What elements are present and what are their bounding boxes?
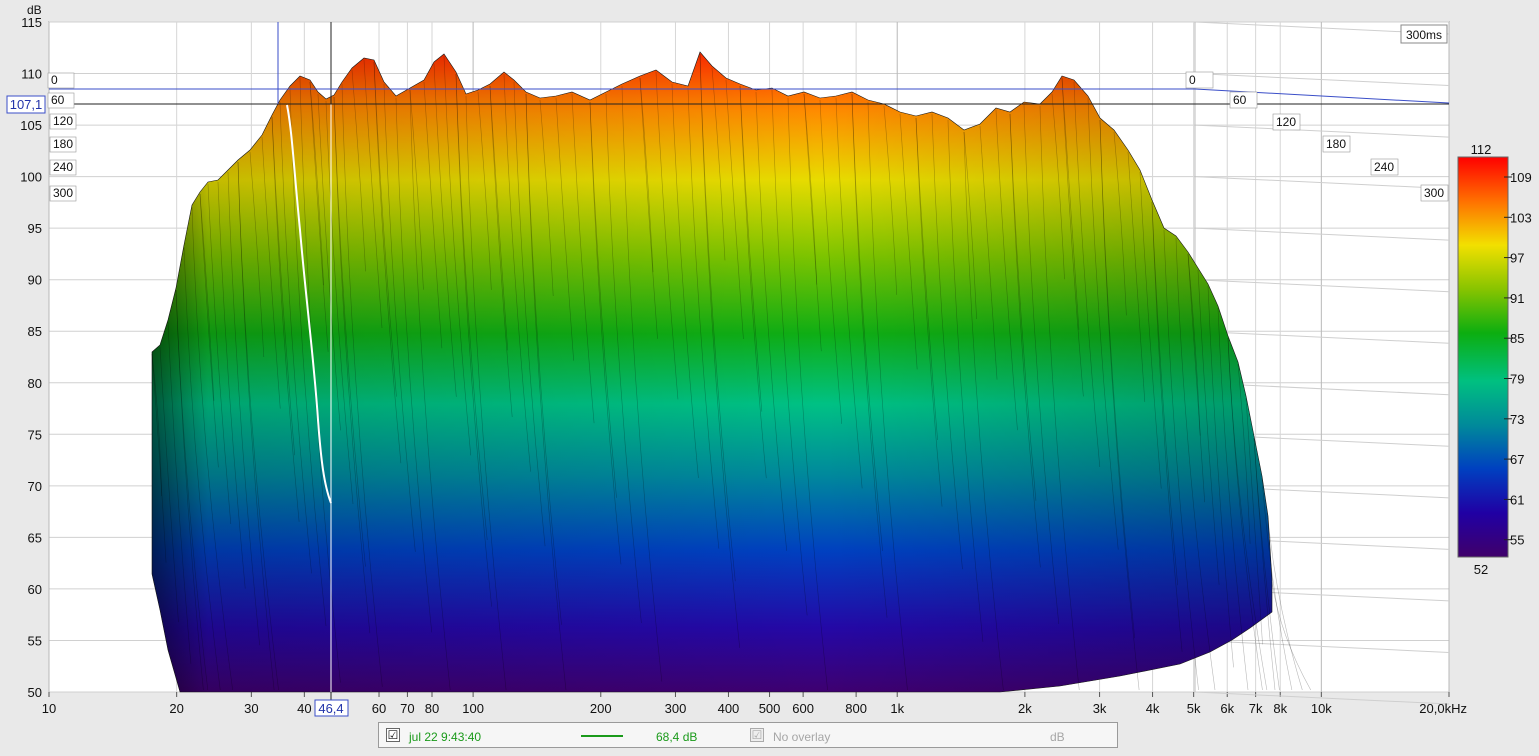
colorbar-tick: 55: [1510, 533, 1524, 548]
svg-text:107,1: 107,1: [10, 97, 43, 112]
colorbar: 112 52 109 103 97 91 85 79 73 67 61 55: [1457, 142, 1532, 577]
x-tick-label: 20: [169, 701, 183, 716]
x-tick-label: 6k: [1220, 701, 1234, 716]
y-axis-labels: 115 110 105 100 95 90 85 80 75 70 65 60 55 50: [20, 15, 42, 700]
y-tick-label: 100: [20, 170, 42, 185]
measurement-line-swatch: [581, 735, 623, 737]
x-axis-labels: 10 20 30 40 60 70 80 100 200 300 400 500 600 800 1k 2k 3…: [42, 701, 1467, 716]
colorbar-tick: 79: [1510, 372, 1524, 387]
x-tick-label: 10: [42, 701, 56, 716]
x-tick-label: 300: [665, 701, 687, 716]
y-tick-label: 105: [20, 118, 42, 133]
y-tick-label: 75: [28, 427, 42, 442]
y-tick-label: 115: [21, 15, 42, 30]
x-tick-label: 800: [845, 701, 867, 716]
y-tick-label: 55: [28, 633, 42, 648]
colorbar-tick: 109: [1510, 170, 1532, 185]
time-tick-left: 0: [51, 73, 58, 87]
x-tick-label: 600: [792, 701, 814, 716]
measurement-legend: ☑ jul 22 9:43:40 68,4 dB ☑ No overlay dB: [378, 722, 1118, 748]
colorbar-tick: 91: [1510, 291, 1524, 306]
x-tick-label: 100: [462, 701, 484, 716]
y-tick-label: 90: [28, 273, 42, 288]
x-tick-label: 30: [244, 701, 258, 716]
overlay-unit: dB: [1050, 730, 1065, 744]
y-tick-label: 85: [28, 324, 42, 339]
x-tick-label: 70: [400, 701, 414, 716]
y-tick-label: 80: [28, 376, 42, 391]
colorbar-tick: 67: [1510, 452, 1524, 467]
cursor-y-readout[interactable]: 107,1: [6, 95, 46, 114]
time-window-label: 300ms: [1406, 28, 1442, 42]
time-tick-left: 120: [53, 114, 73, 128]
colorbar-tick: 61: [1510, 492, 1524, 507]
time-tick-left: 240: [53, 160, 73, 174]
x-tick-label: 1k: [890, 701, 904, 716]
overlay-checkbox[interactable]: ☑: [750, 728, 764, 742]
x-tick-label: 5k: [1187, 701, 1201, 716]
colorbar-min-label: 52: [1474, 562, 1488, 577]
colorbar-max-label: 112: [1471, 142, 1492, 157]
y-axis-unit: dB: [27, 3, 42, 17]
y-tick-label: 95: [28, 221, 42, 236]
colorbar-tick: 73: [1510, 412, 1524, 427]
waterfall-plot[interactable]: 115 110 105 100 95 90 85 80 75 70 65 60 55 50 dB 10 20…: [0, 0, 1539, 756]
x-tick-label: 400: [718, 701, 740, 716]
time-tick-left: 180: [53, 137, 73, 151]
y-tick-label: 70: [28, 479, 42, 494]
x-tick-label: 3k: [1093, 701, 1107, 716]
x-tick-label: 200: [590, 701, 612, 716]
y-tick-label: 110: [21, 67, 42, 82]
measurement-label: jul 22 9:43:40: [409, 730, 482, 744]
x-tick-label: 8k: [1273, 701, 1287, 716]
y-tick-label: 60: [28, 582, 42, 597]
time-tick-right: 60: [1233, 93, 1247, 107]
overlay-label: No overlay: [773, 730, 831, 744]
measurement-level: 68,4 dB: [656, 730, 698, 744]
time-tick-right: 300: [1424, 186, 1444, 200]
x-tick-label: 40: [297, 701, 311, 716]
cursor-x-readout[interactable]: 46,4: [314, 699, 349, 717]
time-tick-right: 120: [1276, 115, 1296, 129]
x-tick-label: 2k: [1018, 701, 1032, 716]
x-tick-label: 20,0kHz: [1419, 701, 1467, 716]
time-tick-right: 240: [1374, 160, 1394, 174]
x-tick-label: 60: [372, 701, 386, 716]
colorbar-tick: 85: [1510, 331, 1524, 346]
x-tick-label: 80: [425, 701, 439, 716]
time-tick-right: 0: [1189, 73, 1196, 87]
x-tick-label: 4k: [1146, 701, 1160, 716]
x-tick-label: 7k: [1249, 701, 1263, 716]
time-tick-left: 300: [53, 186, 73, 200]
x-tick-label: 10k: [1311, 701, 1332, 716]
svg-text:46,4: 46,4: [318, 701, 343, 716]
x-tick-label: 500: [759, 701, 781, 716]
measurement-checkbox[interactable]: ☑: [386, 728, 400, 742]
colorbar-tick: 97: [1510, 251, 1524, 266]
colorbar-tick: 103: [1510, 210, 1532, 225]
y-tick-label: 50: [28, 685, 42, 700]
time-tick-right: 180: [1326, 137, 1346, 151]
time-tick-left: 60: [51, 93, 65, 107]
y-tick-label: 65: [28, 530, 42, 545]
